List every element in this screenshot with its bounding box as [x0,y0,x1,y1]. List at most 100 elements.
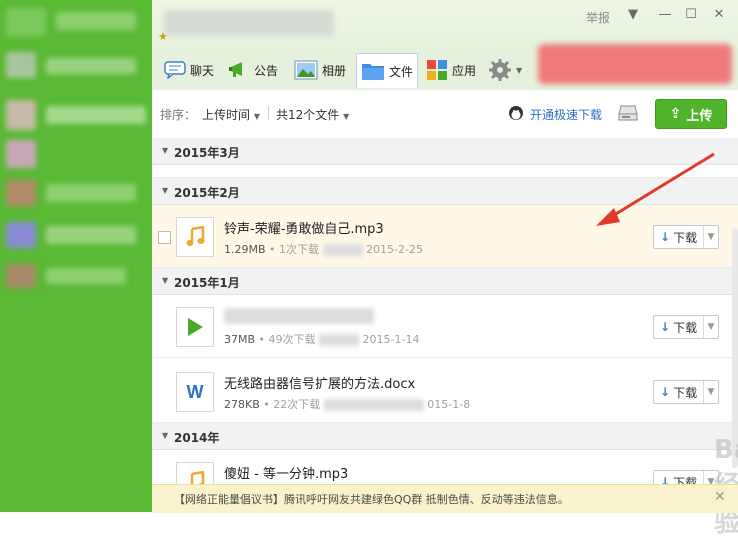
report-link[interactable]: 举报 [586,9,610,26]
gear-icon [489,59,511,81]
blurred-text [46,226,136,244]
notice-bar: 【网络正能量倡议书】腾讯呼吁网友共建绿色QQ群 抵制色情、反动等违法信息。 ✕ [152,484,738,513]
minimize-button[interactable]: — [656,6,674,24]
apps-icon [427,60,447,80]
blurred-text [46,106,146,124]
file-name[interactable]: 铃声-荣耀-勇敢做自己.mp3 [224,218,384,237]
menu-dropdown-icon[interactable]: ▼ [624,6,642,24]
download-count: 1次下载 [279,243,320,256]
close-icon[interactable]: ✕ [714,489,726,505]
fast-download-link[interactable]: 开通极速下载 [530,106,602,123]
settings-menu[interactable]: ▼ [488,53,522,87]
file-row[interactable]: W 无线路由器信号扩展的方法.docx 278KB • 22次下载 015-1-… [152,360,738,423]
word-doc-icon: W [176,372,214,412]
download-label: 下载 [673,230,698,245]
maximize-button[interactable]: ☐ [682,6,700,24]
tab-label: 聊天 [190,63,215,78]
tab-album[interactable]: 相册 [294,53,346,87]
blurred-text [46,58,136,74]
scrollbar[interactable] [732,228,738,468]
group-label: 2014年 [174,431,220,445]
title-bar: ★ 举报 ▼ — ☐ ✕ [152,0,738,50]
folder-icon [362,64,384,80]
file-name[interactable] [224,308,374,324]
download-label: 下载 [673,320,698,335]
blurred-avatar [6,264,36,288]
file-name[interactable]: 傻妞 - 等一分钟.mp3 [224,463,348,482]
file-name[interactable]: 无线路由器信号扩展的方法.docx [224,373,415,392]
contact-sidebar [0,0,152,512]
upload-icon: ⇪ [669,106,682,122]
file-size: 1.29MB [224,243,266,256]
collapse-arrow-icon: ▼ [162,431,169,440]
chevron-down-icon[interactable]: ▼ [703,381,718,403]
date-group-header[interactable]: ▼ 2015年1月 [152,268,738,295]
collapse-arrow-icon: ▼ [162,186,169,195]
group-label: 2015年3月 [174,146,240,160]
file-size: 278KB [224,398,260,411]
blurred-uploader [319,334,360,346]
blurred-uploader [322,244,363,256]
group-label: 2015年1月 [174,276,240,290]
file-checkbox[interactable] [158,231,171,244]
file-row[interactable]: 37MB • 49次下载 2015-1-14 ↓ 下载 ▼ [152,295,738,358]
download-count: 49次下载 [268,333,316,346]
divider [268,106,269,120]
chevron-down-icon: ▼ [343,112,350,121]
star-icon: ★ [158,30,168,43]
blurred-banner [538,44,732,84]
tab-apps[interactable]: 应用 [426,53,476,87]
file-meta: 278KB • 22次下载 015-1-8 [224,398,471,411]
sort-dropdown[interactable]: 上传时间 ▼ [202,106,260,123]
download-arrow-icon: ↓ [660,320,671,334]
chat-icon [164,61,186,79]
notice-text: 【网络正能量倡议书】腾讯呼吁网友共建绿色QQ群 抵制色情、反动等违法信息。 [174,493,569,506]
date-group-header[interactable]: ▼ 2014年 [152,423,738,450]
blurred-avatar [6,140,36,168]
tab-label: 公告 [254,63,279,78]
upload-button[interactable]: ⇪ 上传 [655,99,727,129]
sort-label: 排序： [160,108,197,122]
tab-chat[interactable]: 聊天 [164,53,214,87]
group-window: ★ 举报 ▼ — ☐ ✕ 聊天 公告 相册 文件 应用 ▼ 排序： 上传时间 ▼… [152,0,738,538]
blurred-avatar [6,180,36,206]
tab-label: 相册 [322,63,347,78]
upload-label: 上传 [686,108,713,124]
upload-date: 2015-2-25 [366,243,423,256]
announce-icon [229,62,242,77]
blurred-avatar [6,52,36,78]
blurred-group-title [164,10,334,36]
file-toolbar: 排序： 上传时间 ▼ 共12个文件 ▼ 开通极速下载 ⇪ 上传 [152,90,738,139]
tab-label: 文件 [389,64,414,79]
blurred-text [56,12,136,30]
file-count: 共12个文件 [276,108,340,122]
file-count-dropdown[interactable]: 共12个文件 ▼ [276,106,349,123]
music-note-icon [176,217,214,257]
photo-icon [294,60,318,80]
chevron-down-icon[interactable]: ▼ [703,316,718,338]
annotation-arrow [596,152,715,226]
tab-announcement[interactable]: 公告 [228,53,278,87]
file-meta: 1.29MB • 1次下载 2015-2-25 [224,243,423,256]
collapse-arrow-icon: ▼ [162,276,169,285]
tab-files[interactable]: 文件 [356,53,419,88]
file-meta: 37MB • 49次下载 2015-1-14 [224,333,420,346]
file-size: 37MB [224,333,256,346]
download-count: 22次下载 [273,398,321,411]
blurred-uploader [323,399,424,411]
play-icon [176,307,214,347]
download-arrow-icon: ↓ [660,230,671,244]
disk-icon[interactable] [618,104,638,125]
chevron-down-icon: ▼ [253,112,260,121]
download-button[interactable]: ↓ 下载 ▼ [653,315,719,339]
upload-date: 015-1-8 [427,398,471,411]
blurred-file-name [224,308,374,324]
blurred-text [46,268,126,284]
download-label: 下载 [673,385,698,400]
download-arrow-icon: ↓ [660,385,671,399]
blurred-avatar [6,8,46,36]
close-button[interactable]: ✕ [710,6,728,24]
chevron-down-icon: ▼ [516,65,523,75]
download-button[interactable]: ↓ 下载 ▼ [653,380,719,404]
blurred-text [46,184,136,202]
